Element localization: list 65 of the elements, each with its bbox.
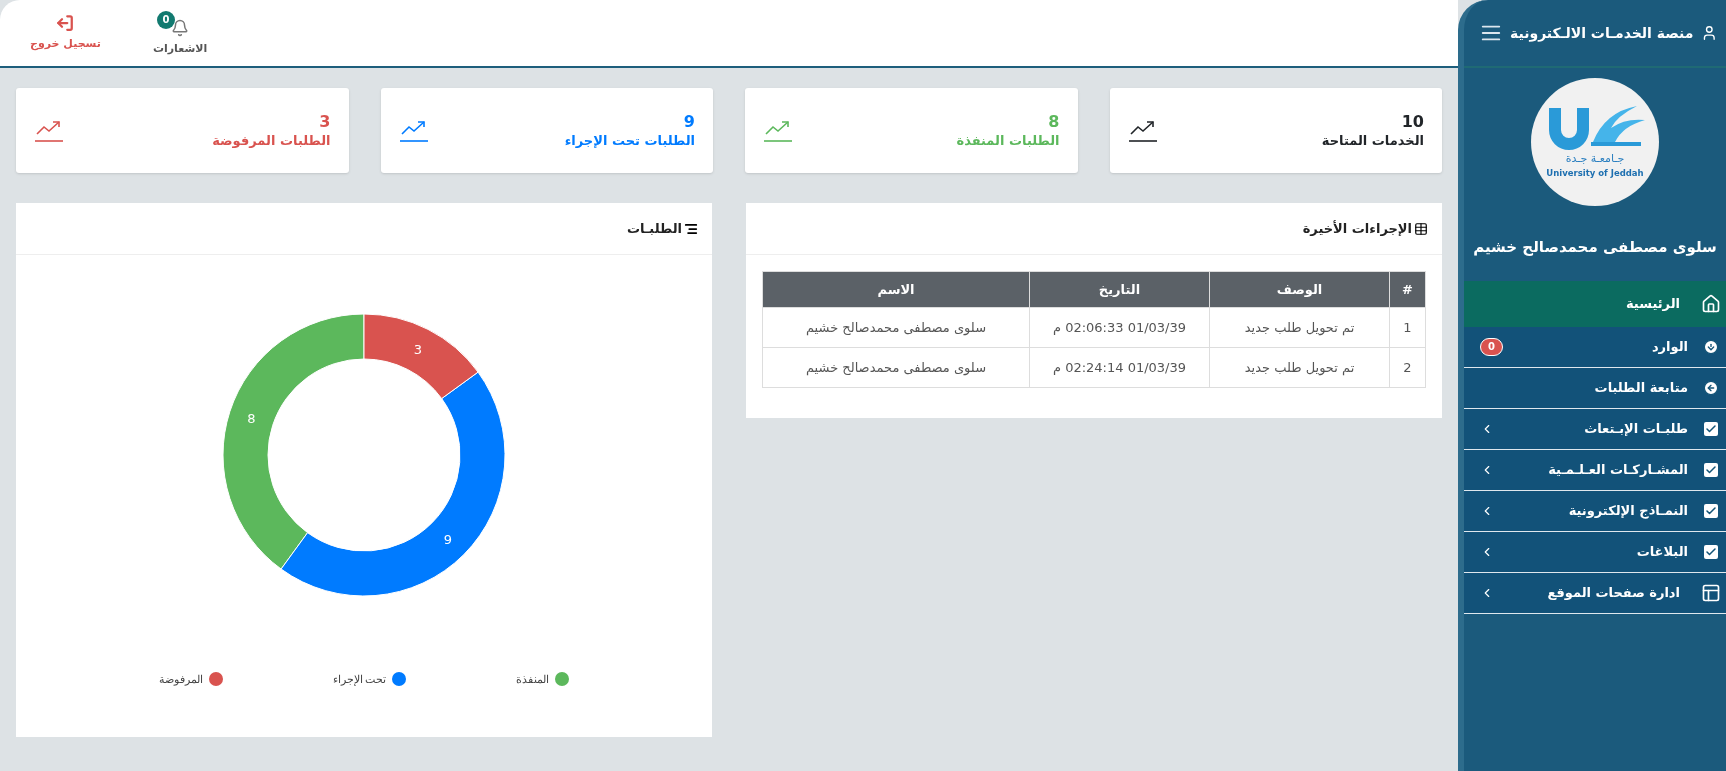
trend-up-icon	[398, 118, 429, 143]
column-header: #	[1389, 271, 1426, 308]
stat-label: الخدمات المتاحة	[1321, 131, 1424, 150]
sidebar-menu-item[interactable]: البلاغات	[1464, 531, 1726, 573]
legend-label: تحت الإجراء	[332, 672, 387, 688]
user-icon	[1701, 23, 1718, 43]
home-icon	[1701, 293, 1721, 314]
arrow-left-circle-icon	[1703, 379, 1719, 396]
table-cell: 1	[1389, 307, 1426, 348]
sidebar-menu-item[interactable]: الرئيسية	[1464, 280, 1726, 327]
table-cell: تم تحويل طلب جديد	[1209, 347, 1390, 388]
menu-label: طلبـات الإبـتعاث	[1584, 419, 1688, 438]
table-cell: 01/03/39 02:24:14 م	[1029, 347, 1210, 388]
layout-icon	[1701, 582, 1721, 603]
menu-label: ادارة صفحات الموقع	[1547, 583, 1680, 602]
stat-value: 9	[682, 111, 695, 132]
menu-label: النمـاذج الإلكترونية	[1568, 501, 1688, 521]
stat-label: الطلبات المنفذة	[956, 131, 1060, 150]
slice-value-label: 8	[247, 411, 256, 427]
menu-label: متابعة الطلبات	[1594, 378, 1688, 397]
table-cell: سلوى مصطفى محمدصالح خشيم	[762, 347, 1030, 388]
table-cell: 2	[1389, 347, 1426, 388]
table-cell: تم تحويل طلب جديد	[1209, 307, 1390, 348]
menu-label: البلاغات	[1636, 542, 1688, 561]
column-header: الاسم	[762, 271, 1030, 308]
column-header: التاريخ	[1029, 271, 1210, 308]
menu-label: الرئيسية	[1625, 294, 1680, 313]
sidebar-menu-item[interactable]: النمـاذج الإلكترونية	[1464, 490, 1726, 532]
panel-title: الإجراءات الأخيرة	[1302, 219, 1412, 238]
table-icon	[1414, 221, 1428, 236]
stat-label: الطلبات تحت الإجراء	[564, 131, 695, 150]
logout-button[interactable]: تسجيل خروج	[30, 13, 101, 53]
menu-label: المشـاركـات العـلـمـية	[1548, 460, 1688, 479]
panel-title: الطلبـات	[627, 219, 682, 238]
platform-title: منصة الخدمـات الالـكترونية	[1510, 23, 1694, 44]
trend-up-icon	[1127, 118, 1158, 143]
stat-value: 3	[318, 111, 331, 132]
table-cell: 01/03/39 02:06:33 م	[1029, 307, 1210, 348]
sidebar-menu-item[interactable]: طلبـات الإبـتعاث	[1464, 408, 1726, 450]
stat-value: 8	[1047, 111, 1060, 132]
logout-icon	[56, 13, 75, 32]
sidebar-menu-item[interactable]: المشـاركـات العـلـمـية	[1464, 449, 1726, 491]
stat-value: 10	[1400, 111, 1424, 132]
trend-up-icon	[34, 118, 64, 143]
column-header: الوصف	[1209, 271, 1390, 308]
count-badge: 0	[1480, 337, 1503, 356]
arrow-down-circle-icon	[1703, 338, 1719, 355]
bell-icon	[171, 18, 190, 37]
sidebar-menu-item[interactable]: متابعة الطلبات	[1464, 367, 1726, 409]
user-name: سلوى مصطفى محمدصالح خشيم	[1472, 237, 1718, 258]
table-cell: سلوى مصطفى محمدصالح خشيم	[762, 307, 1030, 348]
checkbox-icon	[1704, 462, 1718, 477]
slice-value-label: 3	[413, 342, 422, 358]
checkbox-icon	[1704, 544, 1718, 559]
notification-count: 0	[157, 10, 176, 29]
menu-label: الوارد	[1651, 337, 1688, 356]
checkbox-icon	[1704, 503, 1718, 518]
legend-label: المنفذة	[516, 672, 550, 687]
slice-value-label: 9	[443, 531, 452, 547]
list-icon	[684, 221, 698, 236]
trend-up-icon	[763, 118, 793, 143]
stat-label: الطلبات المرفوضة	[212, 131, 331, 150]
sidebar-menu-item[interactable]: ادارة صفحات الموقع	[1464, 572, 1726, 614]
checkbox-icon	[1704, 421, 1718, 436]
legend-label: المرفوضة	[158, 672, 203, 688]
